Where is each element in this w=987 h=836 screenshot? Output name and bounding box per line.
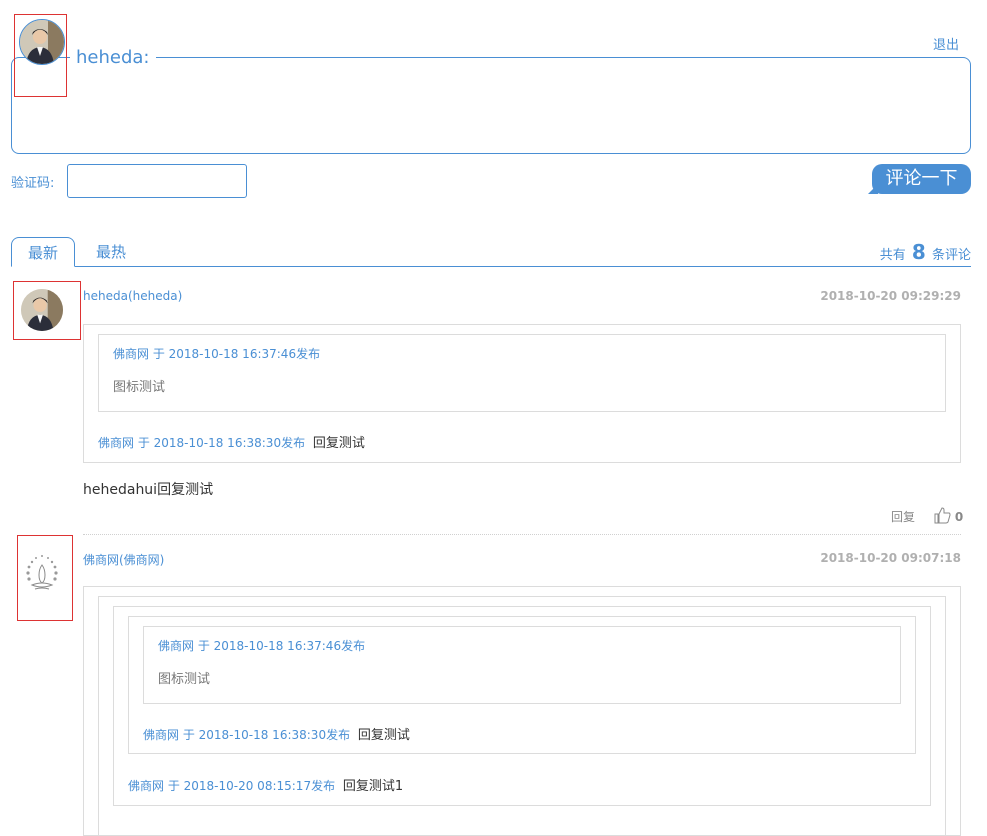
comment-count-number: 8 — [911, 240, 926, 264]
quote-outer-meta: 佛商网 于 2018-10-18 16:38:30发布 — [98, 436, 306, 450]
quote-l1-meta: 佛商网 于 2018-10-20 08:15:17发布 — [128, 779, 336, 793]
reply-button[interactable]: 回复 — [891, 508, 915, 525]
avatar-highlight-box — [14, 14, 67, 97]
quote-inner-body: 图标测试 — [113, 380, 166, 395]
comment-textarea[interactable] — [11, 57, 971, 154]
quote-l2-meta: 佛商网 于 2018-10-18 16:38:30发布 — [143, 728, 351, 742]
comment-timestamp: 2018-10-20 09:07:18 — [820, 551, 961, 565]
like-button[interactable]: 0 — [934, 507, 963, 525]
comment-count-suffix: 条评论 — [931, 248, 971, 263]
comment-timestamp: 2018-10-20 09:29:29 — [820, 289, 961, 303]
quote-l3-meta: 佛商网 于 2018-10-18 16:37:46发布 — [158, 639, 366, 653]
quote-inner-meta: 佛商网 于 2018-10-18 16:37:46发布 — [113, 347, 321, 361]
quote-l2-body: 回复测试 — [357, 728, 410, 743]
quote-l2-meta-row: 佛商网 于 2018-10-18 16:38:30发布 回复测试 — [143, 724, 410, 743]
captcha-label: 验证码: — [11, 176, 55, 191]
comment-author-name[interactable]: 佛商网(佛商网) — [83, 551, 164, 568]
comment-body: hehedahui回复测试 — [83, 482, 214, 498]
comment-author-name[interactable]: heheda(heheda) — [83, 289, 182, 303]
avatar-highlight-box — [13, 281, 81, 340]
like-count: 0 — [954, 510, 964, 524]
quote-l1-meta-row: 佛商网 于 2018-10-20 08:15:17发布 回复测试1 — [128, 775, 403, 794]
comment-count-prefix: 共有 — [879, 248, 906, 263]
quote-outer-meta-row: 佛商网 于 2018-10-18 16:38:30发布 回复测试 — [98, 432, 365, 451]
quote-l1-body: 回复测试1 — [342, 779, 404, 794]
avatar-highlight-box — [17, 535, 73, 621]
captcha-input[interactable] — [67, 164, 247, 198]
tab-latest[interactable]: 最新 — [11, 237, 75, 267]
tab-hot[interactable]: 最热 — [83, 237, 139, 267]
tab-underline — [11, 266, 971, 267]
comment-count: 共有 8 条评论 — [880, 240, 971, 264]
composer-username-label: heheda: — [70, 46, 156, 70]
quote-l3-body: 图标测试 — [158, 672, 211, 687]
comment-divider — [83, 534, 961, 535]
thumbs-up-icon — [934, 507, 951, 524]
submit-comment-button[interactable]: 评论一下 — [868, 164, 971, 194]
logout-link[interactable]: 退出 — [933, 34, 959, 53]
quote-outer-body: 回复测试 — [312, 436, 365, 451]
